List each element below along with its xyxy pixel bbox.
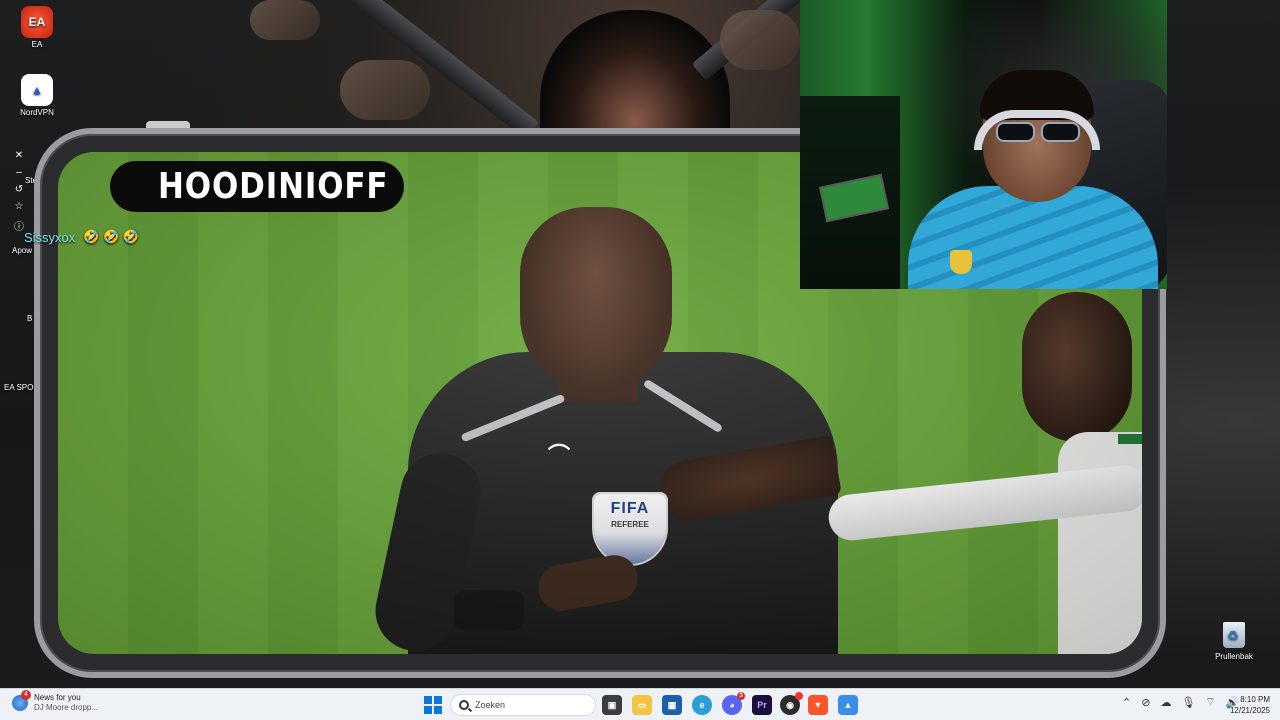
obs-icon[interactable]: ◉: [780, 692, 803, 715]
desktop-icon-ea[interactable]: EA EA: [9, 6, 65, 49]
network-off-icon[interactable]: ⊘: [1141, 696, 1150, 709]
chat-message: Sissyxox 🤣 🤣 🤣: [24, 229, 139, 245]
desktop-icon-label: NordVPN: [20, 108, 54, 117]
taskbar-search[interactable]: Zoeken: [450, 694, 596, 716]
microphone-icon[interactable]: 🎙: [1181, 696, 1195, 709]
desktop: EA EA ▲ NordVPN ✕ – ↺ ☆ ⓘ Ste Apow B EA …: [0, 0, 1280, 720]
taskbar-clock[interactable]: 8:10 PM 12/21/2025: [1222, 694, 1270, 716]
player-arm: [826, 463, 1142, 543]
cloud-icon[interactable]: ☁: [1160, 696, 1171, 709]
nordvpn-icon: ▲: [21, 74, 53, 106]
minus-icon[interactable]: –: [16, 167, 22, 178]
search-placeholder: Zoeken: [475, 700, 506, 710]
sunglasses: [996, 122, 1080, 142]
desktop-icon-recycle-bin[interactable]: Prullenbak: [1206, 622, 1262, 661]
desktop-icon-label[interactable]: Apow: [12, 246, 32, 255]
chevron-up-icon[interactable]: ⌃: [1122, 696, 1131, 709]
premiere-icon[interactable]: Pr: [752, 695, 772, 715]
referee-shirt: [408, 352, 838, 654]
puma-logo-icon: ⌒: [548, 443, 571, 468]
badge-subtitle: REFEREE: [611, 520, 649, 529]
webcam-feed: [800, 0, 1167, 289]
desktop-icon-label: Prullenbak: [1215, 652, 1253, 661]
badge-title: FIFA: [610, 500, 650, 517]
player-head: [1022, 292, 1132, 442]
clock-time: 8:10 PM: [1240, 695, 1270, 704]
refresh-icon[interactable]: ↺: [15, 184, 23, 195]
discord-badge: 3: [737, 692, 745, 700]
search-icon: [459, 700, 469, 710]
close-icon[interactable]: ✕: [15, 150, 23, 161]
star-icon[interactable]: ☆: [15, 201, 24, 212]
task-view-icon[interactable]: ▣: [602, 695, 622, 715]
referee-wristband: [454, 590, 524, 630]
shirt-stripe: [460, 393, 566, 443]
referee-arm: [368, 445, 488, 654]
wallpaper-hand: [340, 60, 430, 120]
desktop-icon-label: EA: [31, 40, 43, 49]
fifa-referee-badge: FIFA REFEREE: [594, 494, 666, 564]
edge-icon[interactable]: e: [692, 695, 712, 715]
recording-indicator: [795, 692, 803, 700]
player-hand: [654, 434, 842, 526]
discord-icon[interactable]: ◕ 3: [722, 692, 745, 715]
player-collar: [1118, 434, 1142, 444]
wifi-icon[interactable]: ⌔: [1205, 695, 1215, 709]
widget-toolbar: ✕ – ↺ ☆ ⓘ: [6, 150, 32, 233]
news-badge: 4: [21, 690, 31, 700]
chat-username: Sissyxox: [24, 229, 76, 245]
clock-date: 12/21/2025: [1229, 706, 1270, 715]
recycle-bin-icon: [1223, 622, 1245, 648]
player-shirt: [1058, 432, 1142, 654]
taskbar: 4 News for you DJ Moore dropp... Zoeken …: [0, 688, 1280, 720]
channel-banner: HOODINIOFF: [110, 161, 404, 212]
desktop-icon-label[interactable]: B: [27, 314, 32, 323]
premiere-label: Pr: [757, 700, 767, 710]
news-widget[interactable]: 4 News for you DJ Moore dropp...: [12, 690, 99, 713]
channel-name: HOODINIOFF: [158, 166, 389, 207]
info-icon[interactable]: ⓘ: [14, 218, 24, 233]
shirt-crest: [950, 250, 972, 274]
brave-icon[interactable]: ▼: [808, 695, 828, 715]
referee-neck: [558, 352, 638, 402]
referee-head: [520, 207, 672, 392]
laughing-emoji-icon: 🤣 🤣 🤣: [83, 229, 140, 244]
store-icon[interactable]: ▦: [662, 695, 682, 715]
referee-hand: [534, 551, 642, 615]
news-subtitle: DJ Moore dropp...: [34, 703, 99, 712]
ea-app-icon: EA: [21, 6, 53, 38]
start-button[interactable]: [424, 696, 442, 714]
desktop-icon-nordvpn[interactable]: ▲ NordVPN: [9, 74, 65, 117]
wallpaper-hand: [250, 0, 320, 40]
wallpaper-hand: [720, 10, 800, 70]
shirt-stripe: [642, 378, 724, 434]
news-icon: 4: [12, 690, 31, 711]
file-explorer-icon[interactable]: ▭: [632, 695, 652, 715]
news-title: News for you: [34, 693, 81, 702]
photos-icon[interactable]: ▲: [838, 695, 858, 715]
